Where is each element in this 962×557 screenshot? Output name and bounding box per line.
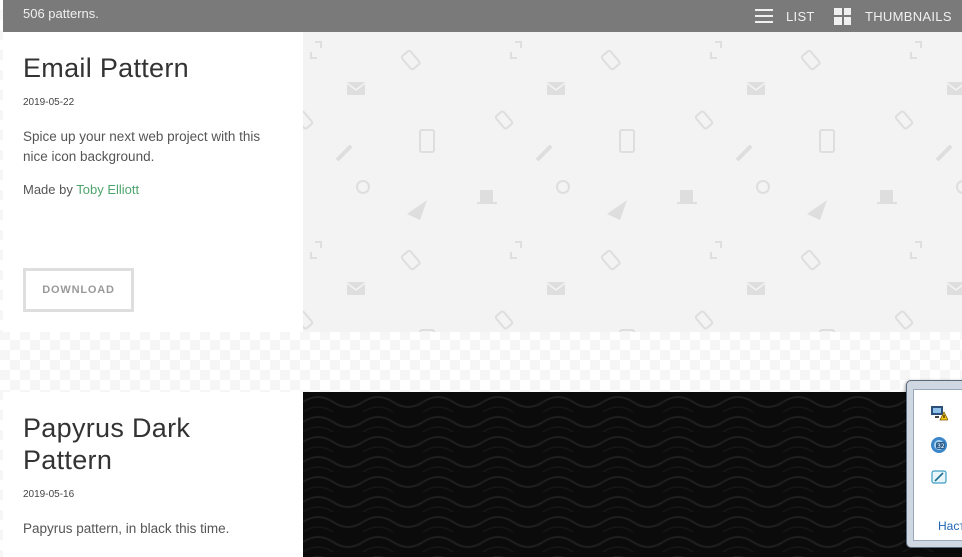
- grid-icon: [834, 7, 851, 25]
- system-tray-popup: 32 Наст: [906, 380, 962, 548]
- disk-badge-icon[interactable]: 32: [930, 436, 948, 454]
- pattern-description: Papyrus pattern, in black this time.: [23, 521, 230, 536]
- papyrus-pattern-tile: [303, 392, 962, 557]
- thumbnails-view-button[interactable]: THUMBNAILS: [834, 0, 952, 32]
- tray-settings-link[interactable]: Наст: [938, 519, 962, 533]
- pattern-description: Spice up your next web project with this…: [23, 129, 261, 164]
- pen-tablet-icon[interactable]: [930, 468, 948, 486]
- list-icon: [755, 9, 773, 23]
- pattern-title: Email Pattern: [23, 53, 189, 83]
- svg-text:32: 32: [937, 443, 945, 450]
- pattern-count: 506 patterns.: [23, 6, 99, 21]
- download-button[interactable]: DOWNLOAD: [23, 268, 134, 312]
- pattern-info-papyrus: Papyrus Dark Pattern 2019-05-16 Papyrus …: [3, 392, 303, 557]
- pattern-preview-email[interactable]: [303, 32, 962, 332]
- list-view-button[interactable]: LIST: [755, 0, 815, 32]
- network-warning-icon[interactable]: [930, 404, 948, 422]
- pattern-title: Papyrus Dark Pattern: [23, 413, 191, 475]
- pattern-date: 2019-05-16: [23, 489, 75, 500]
- pattern-date: 2019-05-22: [23, 97, 75, 108]
- email-pattern-tile: [303, 32, 962, 332]
- tray-panel: 32 Наст: [913, 389, 962, 541]
- pattern-info-email: Email Pattern 2019-05-22 Spice up your n…: [3, 32, 303, 332]
- pattern-credit: Made by Toby Elliott: [23, 182, 139, 197]
- list-view-label: LIST: [786, 8, 815, 24]
- author-link[interactable]: Toby Elliott: [76, 182, 139, 197]
- credit-prefix: Made by: [23, 182, 77, 197]
- thumbnails-view-label: THUMBNAILS: [865, 8, 952, 24]
- pattern-preview-papyrus[interactable]: [303, 392, 962, 557]
- top-toolbar: 506 patterns. LIST THUMBNAILS: [3, 0, 962, 32]
